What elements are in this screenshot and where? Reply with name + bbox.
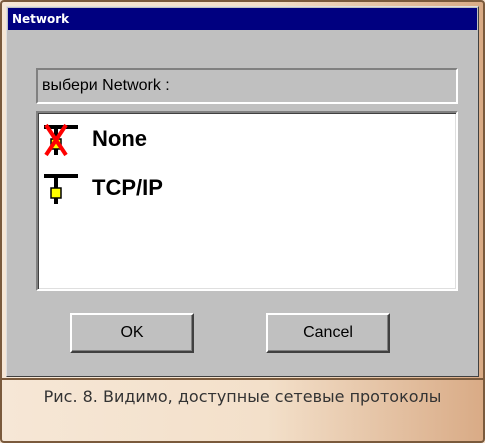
list-item-tcpip[interactable]: TCP/IP [42, 168, 442, 208]
network-listbox[interactable]: None TCP/IP [36, 111, 458, 291]
prompt-text: выбери Network : [42, 77, 170, 94]
prompt-field: выбери Network : [36, 68, 458, 104]
list-item-none[interactable]: None [42, 119, 442, 159]
title-bar: Network [8, 8, 477, 30]
list-item-label: None [92, 126, 147, 151]
ok-button[interactable]: OK [70, 313, 194, 353]
cancel-button[interactable]: Cancel [266, 313, 390, 353]
window-title: Network [12, 12, 70, 26]
figure-caption: Рис. 8. Видимо, доступные сетевые проток… [43, 387, 442, 406]
network-adapter-disabled-icon [42, 121, 82, 157]
network-dialog: Network выбери Network : None TCP/IP OK … [6, 6, 479, 377]
list-item-label: TCP/IP [92, 175, 163, 200]
figure-frame: Network выбери Network : None TCP/IP OK … [0, 0, 485, 443]
network-adapter-icon [42, 170, 82, 206]
